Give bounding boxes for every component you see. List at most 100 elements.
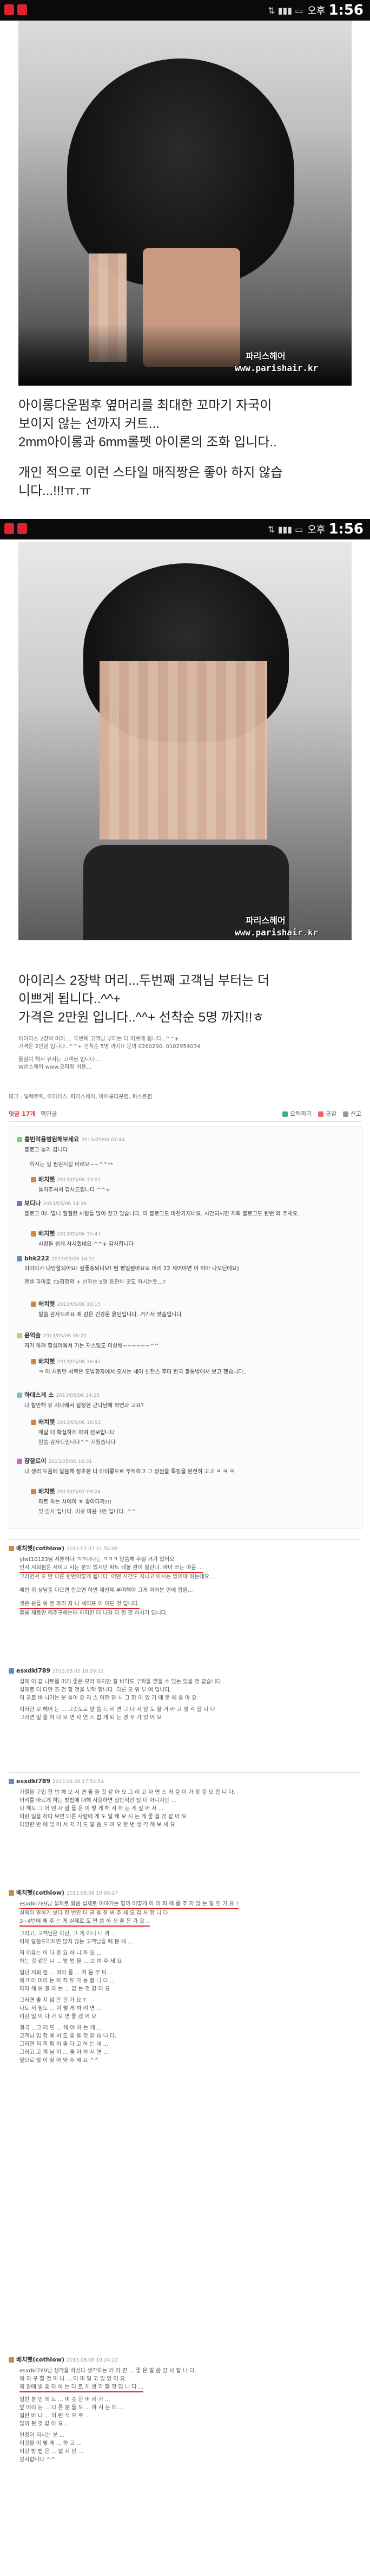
comment-author[interactable]: 배치헷(cothlow)	[16, 1889, 64, 1896]
haircut-photo-back: 파리스헤어 www.parishair.kr	[18, 21, 352, 386]
report-button[interactable]: 신고	[351, 1110, 361, 1117]
notification-icons	[4, 523, 27, 534]
comment-text: 미미미가 다만잘되어요! 펌좋종되나요! 펌 평일펌아요로 머리 22 세어야면…	[24, 1266, 239, 1272]
comment-author[interactable]: 배치헷	[38, 1176, 55, 1183]
subscribe-button[interactable]: 오택하기	[290, 1110, 312, 1117]
comment-line: 하는 것 같은 니 ... 방 법 을 ... 보 여 주 세 요	[19, 1959, 122, 1964]
comment-line: 그러면 일 을 하 다 보 면 자 연 스 럽 게 되 는 경 우 가 있 어 …	[19, 1715, 162, 1721]
avatar-icon	[17, 1333, 22, 1338]
comment-reply: 하시는 일 펌원시길 바래요~~^^**	[30, 1162, 114, 1168]
comment-line: 매번 위 상담중 다으면 잘으면 하면 제일제 부여해야 그게 여러분 안에 합…	[19, 1588, 193, 1593]
comment-line: 가열을 구입 한 번 해 보 시 면 좋 을 것 같 아 요 그 리 고 자 연…	[19, 1790, 235, 1796]
comment-line: 고객님 입 장 에 서 도 좋 을 것 같 습 니 다.	[19, 2033, 117, 2039]
comment-line: 감사합니다 ^^	[19, 2457, 55, 2463]
comment-date: 2013/05/06 16:15	[57, 1302, 101, 1307]
long-comment: 배치헷(cothlow) 2013.07.07 21:54:00 ylwt1012…	[9, 1539, 361, 1617]
comment-author[interactable]: 배치헷(cothlow)	[16, 1545, 64, 1552]
comment-line: 그러고, 고객님은 아닌, 그 게 아니 니 까 ...	[19, 1931, 117, 1937]
comment-line: 실제 이 같 나트를 머리 좋은 모라 하지만 잘 바닥도 부탁을 받을 수 있…	[19, 1679, 223, 1685]
caption-line: 보이지 않는 선까지 커트...	[18, 417, 160, 431]
status-ampm: 오후	[307, 524, 326, 536]
avatar-icon	[31, 1302, 36, 1307]
comment-line: 그러면 좋 지 않 은 건 가 요 ?	[19, 1998, 86, 2003]
comment-line: 셋은 분들 위 전 파라 자 나 세이프 이 어딘 것 입니다.	[19, 1600, 140, 1609]
comment-item: 배치헷 2013/05/07 09:24 파트 하는 시어이 ㅎ 좋아다라!!! …	[9, 1487, 370, 1515]
app-icon	[17, 4, 27, 15]
comment-author[interactable]: 하대스게 소	[24, 1391, 54, 1398]
signal-icon: ⇅ ▮▮▮ ▭	[268, 524, 303, 535]
comment-item: 잠잘르이 2013/05/06 16:31 나 생리 도움에 말씀해 정초한 다 …	[9, 1456, 369, 1475]
comment-text: 들러주셔서 감사드립니다 ^^+	[38, 1187, 110, 1193]
comment-line: 이 글로 바 나가는 분 들이 요 리 스 어떤 말 시 그 합 이 있 기 때…	[19, 1695, 197, 1701]
comment-author[interactable]: 배치헷	[38, 1419, 55, 1426]
comment-text: 매달 더 확실하게 하여 선보입니다	[38, 1430, 115, 1436]
comment-item: 배치헷 2013/05/06 16:53 매달 더 확실하게 하여 선보입니다 말…	[9, 1417, 370, 1446]
comment-text: ㅋ 이 시원만 서쪽은 모발환자에서 오시는 세어 신잔스 후머 한국 볼통밖에…	[38, 1369, 247, 1375]
comment-text: 말씀 감사드려요 제 감은 건강운 옳던입니다. 거기서 맞춤입니다	[38, 1312, 182, 1318]
comment-list: 홍빈억용병원해보세요 2013/05/06 07:44 블로그 놀러 갑니다 하시…	[9, 1127, 362, 1528]
avatar-icon	[17, 1459, 22, 1464]
comment-reply: 펜셀 파마로 75펌정확 + 선착순 5명 등관하 곳도 하시는듯...?	[24, 1279, 166, 1285]
comment-author[interactable]: 홍빈억용병원해보세요	[24, 1136, 79, 1143]
comment-text: 블로그 미니멀니 훨훨한 사람들 많이 찾고 있습니다. 이 블로그도 마찬가지…	[24, 1211, 300, 1217]
comment-reply: 맞 감사 입니다. 이곳 마음 3번 입니다..^^	[38, 1509, 136, 1515]
comment-author[interactable]: 배치헷(cothlow)	[16, 2356, 64, 2363]
comment-item: 윤억술 2013/05/06 16:20 저거 하려 할심이에서 가는 저스팁도 …	[9, 1331, 369, 1349]
watermark-brand: 파리스헤어	[246, 915, 286, 926]
watermark-url: www.parishair.kr	[235, 927, 319, 938]
signal-icon: ⇅ ▮▮▮ ▭	[268, 5, 303, 16]
comment-line: esxdkl789님 생각을 하신다 생각하는 거 라 면 ... 좋 은 말 …	[19, 2368, 196, 2374]
comment-line: ylwt10123님 서툰하다 ㅋㅋ너나는 ㅋㅋㅋ 말씀해 주실 거가 있어요	[19, 1557, 175, 1563]
comment-author[interactable]: 보디나	[24, 1200, 41, 1207]
comment-author[interactable]: esxdkl789	[16, 1778, 50, 1785]
status-clock: 1:56	[328, 521, 364, 537]
trackback-link[interactable]: 엮인글	[41, 1110, 57, 1117]
comment-author[interactable]: 배치헷	[38, 1488, 55, 1495]
comment-author[interactable]: 잠잘르이	[24, 1458, 46, 1465]
comment-date: 2013/05/06 16:41	[57, 1359, 101, 1365]
subscribe-icon	[282, 1111, 288, 1117]
comment-item: 홍빈억용병원해보세요 2013/05/06 07:44 블로그 놀러 갑니다 하시…	[9, 1135, 369, 1168]
comment-date: 2013.08.08 17:52:54	[52, 1779, 104, 1785]
comment-item: bhk222 2013/05/06 14:51 미미미가 다만잘되어요! 펌좋종되…	[9, 1255, 369, 1285]
avatar-icon	[31, 1177, 36, 1182]
avatar-icon	[9, 1546, 14, 1551]
comment-author[interactable]: 배치헷	[38, 1300, 55, 1307]
post-note: 아이리스 2장박 머리.... 두번째 고객님 부터는 더 이쁘게 됩니다..^…	[18, 1036, 354, 1071]
status-bar: ⇅ ▮▮▮ ▭ 오후 1:56	[0, 519, 370, 539]
caption-line: 이쁘게 됩니다..^^+	[18, 992, 121, 1006]
comment-date: 2013/05/06 14:25	[56, 1393, 100, 1398]
comment-line: 일단 저희 펌 ... 머리 를 ... 처 음 부 터 ...	[19, 1970, 114, 1976]
comment-date: 2013/05/06 13:07	[57, 1178, 101, 1183]
comment-author[interactable]: 배치헷	[38, 1230, 55, 1237]
comment-text: 파트 하는 시어이 ㅎ 좋아다라!!!	[38, 1499, 112, 1505]
comment-author[interactable]: bhk222	[24, 1255, 49, 1262]
comment-author[interactable]: esxdkl789	[16, 1667, 50, 1674]
comment-date: 2013.07.07 21:54:00	[67, 1546, 118, 1552]
comment-author[interactable]: 윤억술	[24, 1332, 41, 1339]
blurred-face	[100, 661, 267, 840]
comment-line: 제 갈때 발 좋 아 하 는 다 르 게 생 각 할 것 입 니 다 ...	[19, 2383, 144, 2392]
like-button[interactable]: 공감	[326, 1110, 336, 1117]
tags-label: 태그 : 일렉트릭, 아이리스, 파리스헤어, 아이롱다운펌, 퍼스트펌	[9, 1094, 153, 1100]
status-bar: ⇅ ▮▮▮ ▭ 오후 1:56	[0, 0, 370, 21]
avatar-icon	[31, 1489, 36, 1494]
note-line: 가격은 2만원 입니다..^^+ 선착순 5명 까지!! 문의 0260290,…	[18, 1044, 201, 1050]
caption-line: 아이롱다운펌후 옆머리를 최대한 꼬마기 자국이	[18, 398, 272, 413]
caption-line: 가격은 2만원 입니다..^^+ 선착순 5명 까지!!ㅎ	[18, 1010, 265, 1025]
comment-line: 앞으로 많 이 찾 아 와 주 세 요 ^^	[19, 2058, 99, 2064]
comment-line: 그러면 저 희 펌 이 좋 다 고 하 는 데 ...	[19, 2041, 109, 2047]
comment-line: 일반 분 인 데 도 ... 비 슷 한 머 리 가 ...	[19, 2397, 110, 2403]
app-icon	[17, 523, 27, 534]
comment-line: 에 의 구 할 것 이 나 ... 이 미 알 고 있 었 어 요	[19, 2376, 125, 2382]
comment-author[interactable]: 배치헷	[38, 1358, 55, 1365]
long-comment: 배치헷(cothlow) 2013.08.08 19:00:27 esxdkl78…	[9, 1884, 361, 2065]
comment-count[interactable]: 덧글 17개	[9, 1110, 36, 1117]
avatar-icon	[9, 1890, 14, 1896]
post-tags: 태그 : 일렉트릭, 아이리스, 파리스헤어, 아이롱다운펌, 퍼스트펌	[9, 1089, 361, 1101]
caption-1: 아이롱다운펌후 옆머리를 최대한 꼬마기 자국이 보이지 않는 선까지 커트..…	[18, 396, 354, 500]
comment-line: 일정이 되시는 분 ...	[19, 2432, 65, 2438]
comment-text: 저거 하려 할심이에서 가는 저스팁도 이상해~~~~~~^^	[24, 1343, 159, 1349]
avatar-icon	[31, 1231, 36, 1237]
long-comment: esxdkl789 2013.08.05 18:20:11 실제 이 같 나트를 …	[9, 1662, 361, 1722]
